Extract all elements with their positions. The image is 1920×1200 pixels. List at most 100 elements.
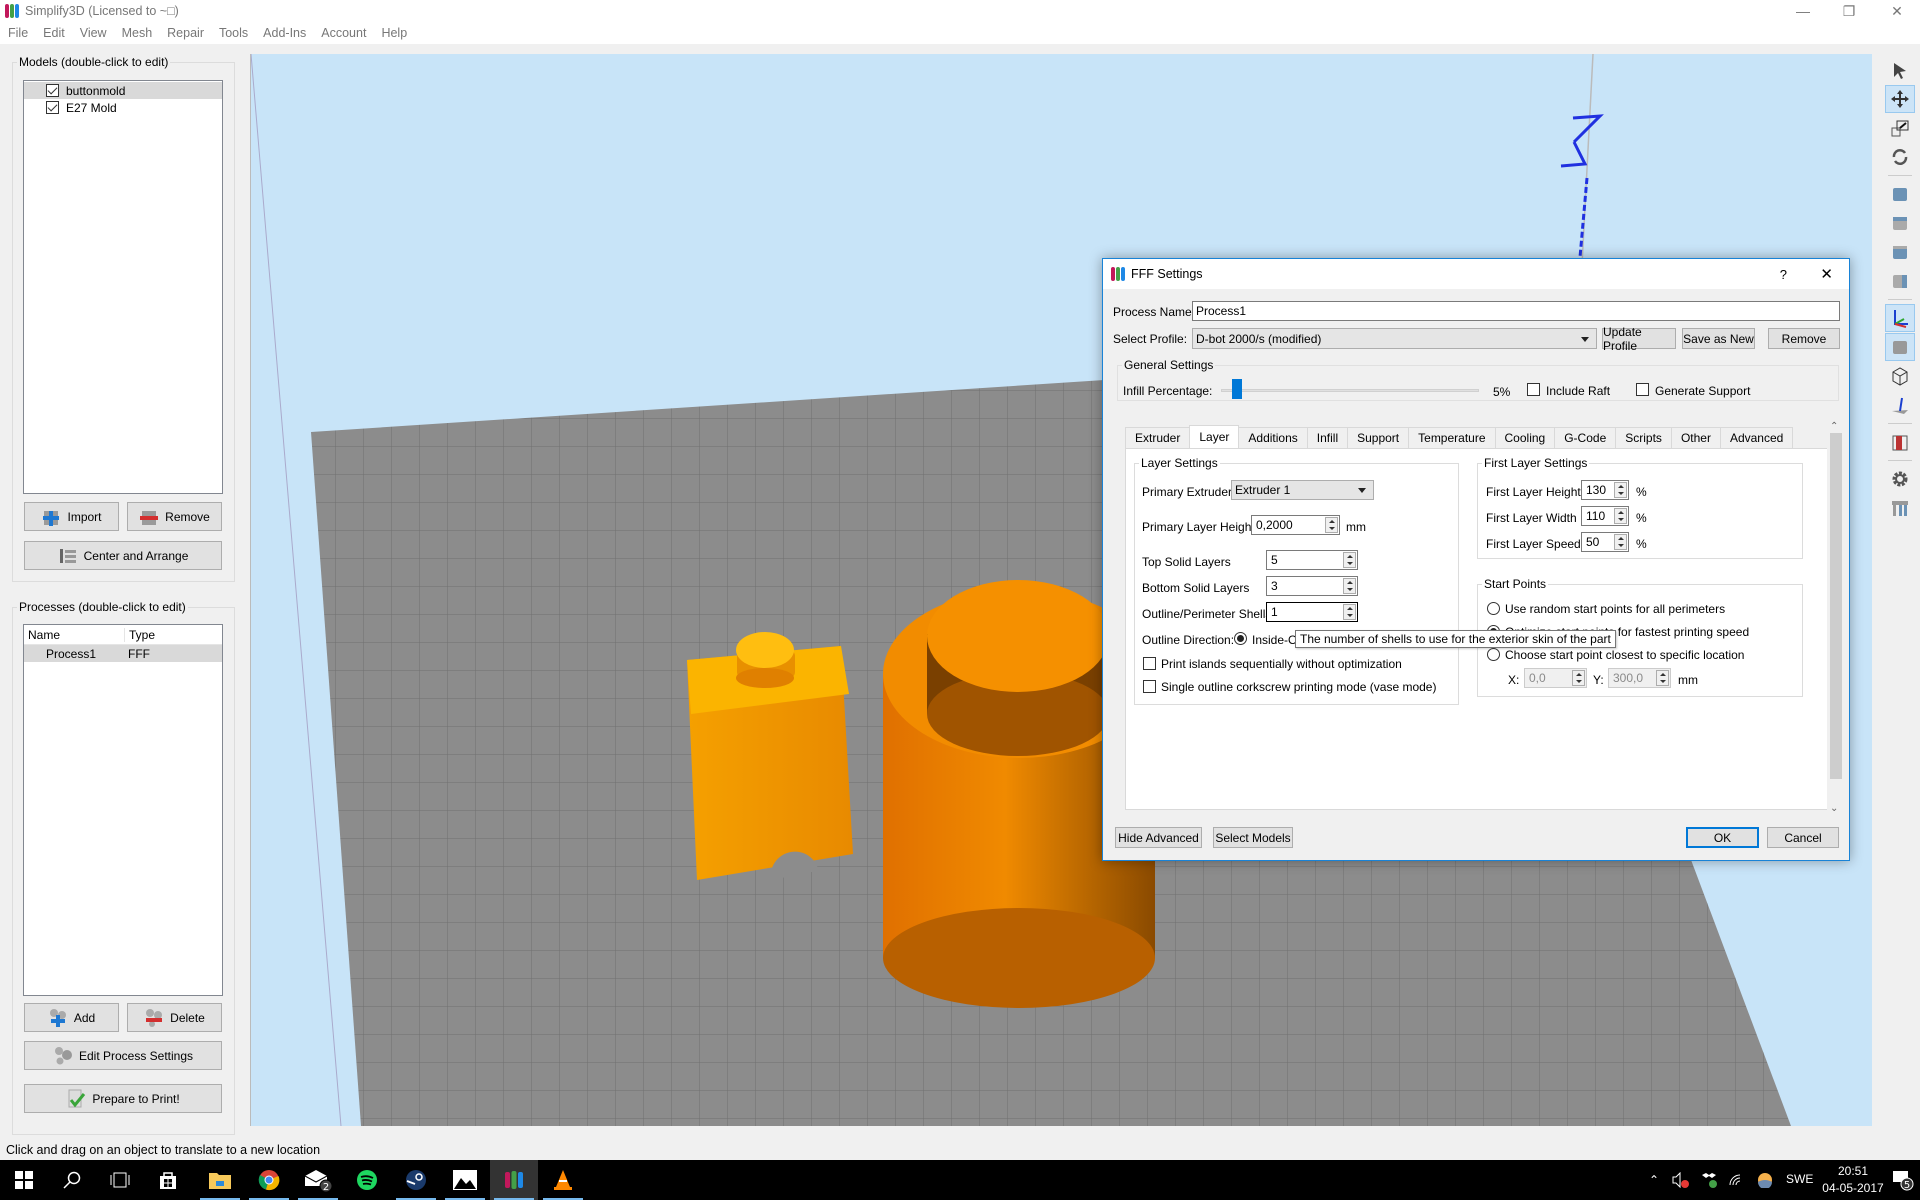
tab-infill[interactable]: Infill: [1306, 427, 1349, 448]
first-layer-height-input[interactable]: 130: [1581, 480, 1629, 500]
model-visible-checkbox[interactable]: [46, 84, 59, 97]
simplify3d-taskbar-icon[interactable]: [490, 1160, 538, 1200]
ok-button[interactable]: OK: [1686, 827, 1759, 848]
specific-start-radio[interactable]: [1487, 648, 1500, 661]
processes-table[interactable]: Name Type Process1 FFF: [23, 624, 223, 996]
include-raft-checkbox[interactable]: [1527, 383, 1540, 396]
center-arrange-button[interactable]: Center and Arrange: [24, 541, 222, 570]
column-type[interactable]: Type: [124, 627, 155, 642]
spotify-icon[interactable]: [343, 1160, 391, 1200]
steam-icon[interactable]: [392, 1160, 440, 1200]
import-button[interactable]: Import: [24, 502, 119, 531]
first-layer-width-input[interactable]: 110: [1581, 506, 1629, 526]
hide-advanced-button[interactable]: Hide Advanced: [1115, 827, 1202, 848]
photos-icon[interactable]: [441, 1160, 489, 1200]
model-visible-checkbox[interactable]: [46, 101, 59, 114]
dropbox-sync-icon[interactable]: [1696, 1160, 1722, 1200]
minimize-button[interactable]: —: [1780, 0, 1826, 22]
start-x-input[interactable]: 0,0: [1524, 668, 1587, 688]
dialog-close-button[interactable]: ✕: [1820, 265, 1833, 283]
column-name[interactable]: Name: [24, 628, 124, 642]
tab-extruder[interactable]: Extruder: [1125, 427, 1191, 448]
solid-view-icon[interactable]: [1885, 333, 1915, 361]
menu-add-ins[interactable]: Add-Ins: [263, 26, 306, 40]
menu-edit[interactable]: Edit: [43, 26, 65, 40]
scrollbar-thumb[interactable]: [1830, 433, 1842, 779]
wireframe-icon[interactable]: [1885, 362, 1915, 390]
tab-cooling[interactable]: Cooling: [1494, 427, 1556, 448]
cross-section-icon[interactable]: [1885, 428, 1915, 456]
help-button[interactable]: ?: [1780, 267, 1787, 282]
tab-layer[interactable]: Layer: [1189, 425, 1240, 448]
spinner-arrows-icon[interactable]: [1614, 482, 1627, 498]
spinner-arrows-icon[interactable]: [1614, 508, 1627, 524]
spinner-arrows-icon[interactable]: [1614, 534, 1627, 550]
restore-button[interactable]: ❐: [1826, 0, 1872, 22]
vase-mode-checkbox[interactable]: [1143, 680, 1156, 693]
select-arrow-icon[interactable]: [1885, 56, 1915, 84]
save-as-new-button[interactable]: Save as New: [1682, 328, 1755, 349]
view-top-cube-icon[interactable]: [1885, 209, 1915, 237]
spinner-arrows-icon[interactable]: [1343, 552, 1356, 568]
tab-other[interactable]: Other: [1670, 427, 1721, 448]
spinner-arrows-icon[interactable]: [1572, 670, 1585, 686]
primary-layer-height-input[interactable]: 0,2000: [1251, 515, 1340, 535]
volume-muted-icon[interactable]: [1668, 1160, 1694, 1200]
mail-icon[interactable]: 2: [294, 1160, 342, 1200]
menu-view[interactable]: View: [80, 26, 107, 40]
view-side-cube-icon[interactable]: [1885, 267, 1915, 295]
menu-account[interactable]: Account: [321, 26, 366, 40]
delete-process-button[interactable]: Delete: [127, 1003, 222, 1032]
prepare-to-print-button[interactable]: Prepare to Print!: [24, 1084, 222, 1113]
language-indicator[interactable]: SWE: [1786, 1172, 1813, 1186]
scroll-down-icon[interactable]: ⌄: [1830, 803, 1838, 814]
menu-repair[interactable]: Repair: [167, 26, 204, 40]
process-row[interactable]: Process1 FFF: [24, 645, 222, 662]
build-direction-icon[interactable]: [1885, 391, 1915, 419]
menu-tools[interactable]: Tools: [219, 26, 248, 40]
scroll-up-icon[interactable]: ⌃: [1830, 421, 1838, 432]
select-profile-dropdown[interactable]: D-bot 2000/s (modified): [1192, 328, 1597, 349]
tab-advanced[interactable]: Advanced: [1719, 427, 1794, 448]
spinner-arrows-icon[interactable]: [1343, 578, 1356, 594]
tray-chevron-up-icon[interactable]: ⌃: [1642, 1160, 1666, 1200]
chrome-icon[interactable]: [245, 1160, 293, 1200]
menu-mesh[interactable]: Mesh: [122, 26, 153, 40]
update-profile-button[interactable]: Update Profile: [1602, 325, 1676, 353]
menu-help[interactable]: Help: [381, 26, 407, 40]
notifications-icon[interactable]: 5: [1888, 1160, 1918, 1200]
infill-slider-track[interactable]: [1221, 389, 1479, 392]
tab-g-code[interactable]: G-Code: [1554, 427, 1617, 448]
edit-process-settings-button[interactable]: Edit Process Settings: [24, 1041, 222, 1070]
add-process-button[interactable]: Add: [24, 1003, 119, 1032]
axes-icon[interactable]: [1885, 304, 1915, 332]
close-button[interactable]: ✕: [1874, 0, 1920, 22]
scale-icon[interactable]: [1885, 114, 1915, 142]
wifi-icon[interactable]: [1724, 1160, 1750, 1200]
spinner-arrows-icon[interactable]: [1325, 517, 1338, 533]
dialog-title-bar[interactable]: FFF Settings ? ✕: [1103, 259, 1849, 289]
weather-icon[interactable]: [1752, 1160, 1778, 1200]
vlc-icon[interactable]: [539, 1160, 587, 1200]
remove-profile-button[interactable]: Remove: [1768, 328, 1840, 349]
model-buttonmold[interactable]: [687, 632, 853, 880]
rotate-icon[interactable]: [1885, 143, 1915, 171]
model-item-buttonmold[interactable]: buttonmold: [24, 82, 222, 99]
move-icon[interactable]: [1885, 85, 1915, 113]
clock[interactable]: 20:51 04-05-2017: [1818, 1163, 1888, 1197]
print-islands-checkbox[interactable]: [1143, 657, 1156, 670]
task-view-icon[interactable]: [96, 1160, 144, 1200]
select-models-button[interactable]: Select Models: [1213, 827, 1293, 848]
model-item-e27-mold[interactable]: E27 Mold: [24, 99, 222, 116]
generate-support-checkbox[interactable]: [1636, 383, 1649, 396]
start-windows-icon[interactable]: [0, 1160, 48, 1200]
search-icon[interactable]: [48, 1160, 96, 1200]
bottom-solid-layers-input[interactable]: 3: [1266, 576, 1358, 596]
tab-support[interactable]: Support: [1347, 427, 1410, 448]
perimeter-shells-input[interactable]: 1: [1266, 602, 1358, 622]
dialog-scrollbar[interactable]: ⌃ ⌄: [1827, 419, 1843, 819]
infill-slider-thumb[interactable]: [1231, 379, 1242, 399]
primary-extruder-dropdown[interactable]: Extruder 1: [1231, 480, 1374, 500]
start-y-input[interactable]: 300,0: [1608, 668, 1671, 688]
process-name-input[interactable]: Process1: [1192, 301, 1840, 321]
